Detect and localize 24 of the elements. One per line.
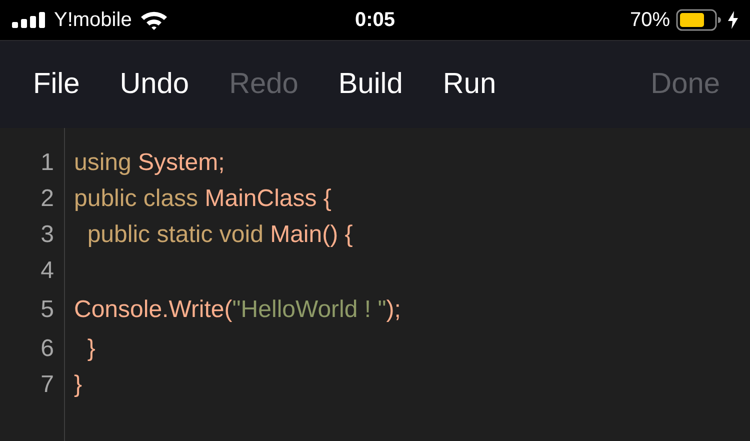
toolbar-button[interactable]: File [33,68,80,101]
battery-icon [676,9,722,31]
carrier-name: Y!mobile [54,8,132,32]
toolbar-button[interactable]: Undo [120,68,190,101]
battery-percentage: 70% [630,8,670,32]
line-number: 4 [40,257,55,285]
clock-time: 0:05 [354,8,396,32]
code-line: Console.Write("HelloWorld ! "); [74,296,401,324]
line-number: 6 [40,335,55,363]
code-line: public static void Main() { [86,221,353,249]
code-line: } [74,371,82,399]
toolbar-button[interactable]: Run [442,68,496,101]
line-number: 5 [40,296,55,324]
code-line: public class MainClass { [74,185,332,213]
code-line: } [86,335,96,363]
wifi-icon [140,10,168,30]
signal-icon [12,12,46,28]
line-number: 7 [40,371,55,399]
code-line: using System; [74,149,225,177]
line-number: 3 [40,221,55,249]
line-number: 2 [40,185,55,213]
charging-bolt-icon [728,11,738,29]
toolbar-button[interactable]: Build [338,68,403,101]
line-number: 1 [40,149,55,177]
